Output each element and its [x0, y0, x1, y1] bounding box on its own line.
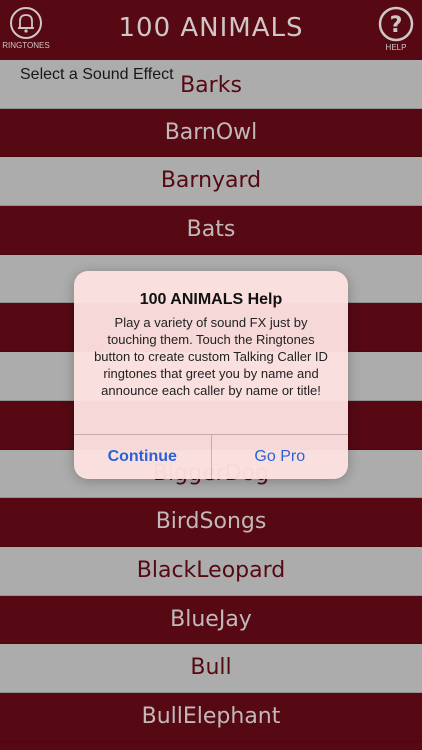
help-dialog: 100 ANIMALS Help Play a variety of sound… — [74, 271, 348, 479]
continue-button[interactable]: Continue — [74, 435, 212, 479]
dialog-title: 100 ANIMALS Help — [139, 291, 283, 308]
go-pro-button[interactable]: Go Pro — [212, 435, 349, 479]
dialog-message: Play a variety of sound FX just by touch… — [94, 315, 328, 398]
dialog-button-bar: Continue Go Pro — [74, 434, 348, 479]
